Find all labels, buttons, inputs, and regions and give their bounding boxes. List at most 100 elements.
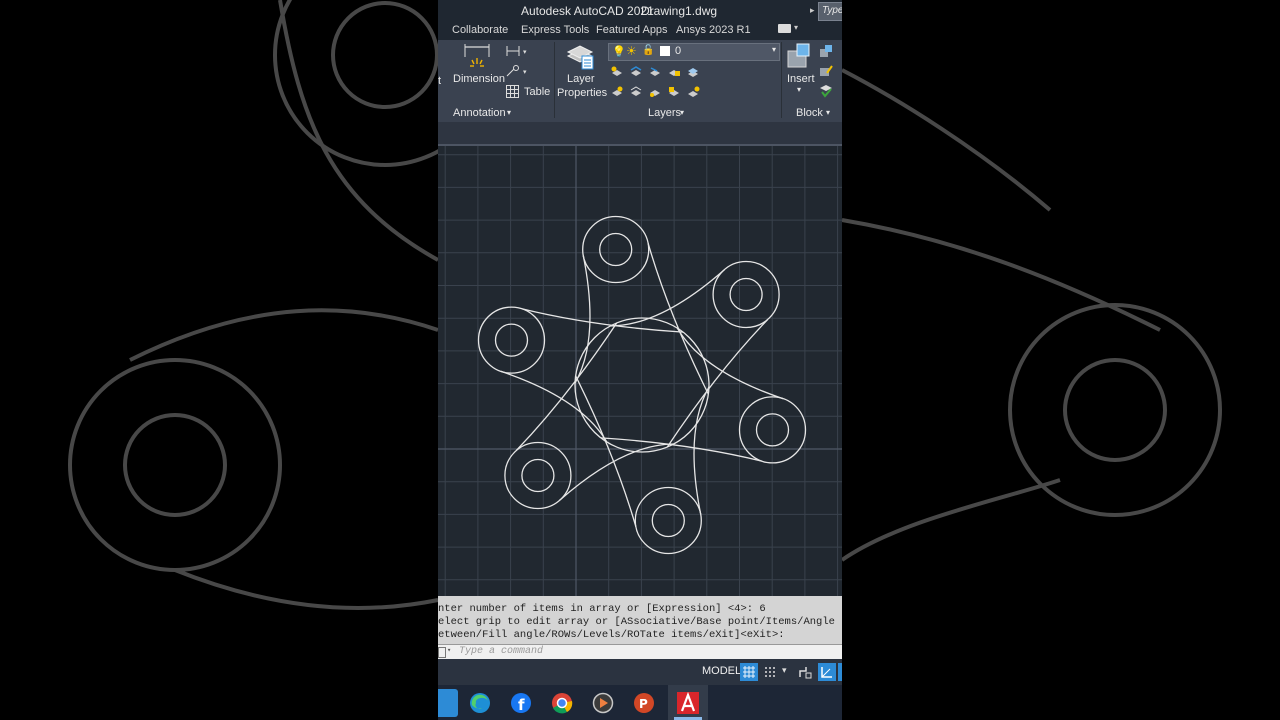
svg-text:f: f	[518, 696, 525, 714]
ribbon-bottom-strip	[438, 122, 842, 146]
windows-taskbar: f P	[438, 685, 842, 720]
command-line-1: nter number of items in array or [Expres…	[438, 603, 766, 615]
create-block-icon[interactable]	[819, 44, 833, 58]
annotation-expand-icon[interactable]: ▾	[507, 108, 511, 117]
autocad-window: Autodesk AutoCAD 2021 Drawing1.dwg ▸ Typ…	[438, 0, 842, 720]
layer-thaw-icon[interactable]	[648, 85, 662, 99]
table-icon[interactable]	[506, 85, 519, 98]
layers-panel-title[interactable]: Layers	[648, 107, 681, 119]
annotation-panel-title[interactable]: Annotation	[453, 107, 506, 119]
command-input[interactable]: Type a command	[459, 646, 543, 657]
block-panel-title[interactable]: Block	[796, 107, 823, 119]
insert-label[interactable]: Insert	[787, 73, 815, 85]
arm-edge[interactable]	[559, 443, 674, 501]
layer-isolate-icon[interactable]	[629, 65, 643, 79]
arm-edge[interactable]	[575, 375, 637, 527]
tab-collaborate[interactable]: Collaborate	[452, 24, 508, 36]
ortho-icon[interactable]	[798, 665, 812, 679]
autocad-icon[interactable]	[674, 689, 702, 717]
layer-lock-icon[interactable]	[667, 65, 681, 79]
arm-outer-circle[interactable]	[634, 486, 702, 555]
light-bulb-icon: 💡	[612, 46, 626, 58]
arm-inner-circle[interactable]	[521, 458, 555, 493]
polar-tracking-toggle[interactable]	[818, 663, 836, 681]
facebook-icon[interactable]: f	[507, 689, 535, 717]
arm-inner-circle[interactable]	[651, 503, 685, 538]
layer-walk-icon[interactable]	[686, 85, 700, 99]
layer-color-swatch	[660, 46, 670, 56]
edit-block-icon[interactable]	[819, 64, 833, 78]
chevron-down-icon: ▾	[771, 45, 776, 54]
file-explorer-icon[interactable]	[438, 689, 458, 717]
insert-block-icon[interactable]	[785, 42, 815, 72]
panel-divider	[554, 42, 555, 118]
model-space-button[interactable]: MODEL	[702, 665, 741, 677]
svg-text:▾: ▾	[523, 48, 527, 56]
layers-expand-icon[interactable]: ▾	[680, 108, 684, 117]
chevron-down-icon[interactable]: ▾	[797, 85, 801, 94]
layer-freeze-icon[interactable]	[648, 65, 662, 79]
isometric-toggle[interactable]	[838, 663, 842, 681]
title-bar: Autodesk AutoCAD 2021 Drawing1.dwg ▸ Typ…	[438, 0, 842, 21]
layer-stack-icon[interactable]	[686, 65, 700, 79]
status-bar: MODEL ▾	[438, 661, 842, 685]
block-expand-icon[interactable]: ▾	[826, 108, 830, 117]
tab-featured-apps[interactable]: Featured Apps	[596, 24, 668, 36]
layer-properties-icon[interactable]	[565, 42, 595, 72]
layer-properties-label-2[interactable]: Properties	[557, 87, 607, 99]
linear-dim-icon[interactable]: ▾	[505, 44, 529, 58]
tab-express-tools[interactable]: Express Tools	[521, 24, 589, 36]
arm-inner-circle[interactable]	[729, 277, 763, 312]
spinner-polar-array-drawing[interactable]	[477, 215, 807, 555]
arm-outer-circle[interactable]	[582, 215, 650, 284]
command-history: nter number of items in array or [Expres…	[438, 596, 842, 644]
layer-match-icon[interactable]	[629, 85, 643, 99]
media-player-icon[interactable]	[589, 689, 617, 717]
command-line-2: elect grip to edit array or [ASsociative…	[438, 616, 835, 628]
ribbon-panel: t Dimension ▾ ▾ Table Annotation ▾ Layer…	[438, 40, 842, 122]
arm-inner-circle[interactable]	[599, 232, 633, 267]
layer-on-icon[interactable]	[610, 85, 624, 99]
svg-text:▾: ▾	[523, 68, 527, 76]
dimension-label[interactable]: Dimension	[453, 73, 505, 85]
search-box[interactable]: Type	[818, 2, 842, 21]
panel-divider	[781, 42, 782, 118]
grid-toggle[interactable]	[740, 663, 758, 681]
app-title: Autodesk AutoCAD 2021	[521, 4, 654, 18]
workspace-toggle-icon[interactable]	[778, 24, 791, 33]
powerpoint-icon[interactable]: P	[630, 689, 658, 717]
edge-icon[interactable]	[466, 689, 494, 717]
chevron-down-icon[interactable]: ▾	[447, 646, 451, 655]
expand-right-icon[interactable]: ▸	[810, 5, 815, 16]
layer-unlock-icon[interactable]	[667, 85, 681, 99]
current-layer-name: 0	[675, 45, 682, 57]
leader-icon[interactable]: ▾	[505, 64, 529, 78]
hub-circle[interactable]	[574, 317, 710, 453]
table-label[interactable]: Table	[524, 86, 550, 98]
command-input-bar: ▾ Type a command	[438, 644, 842, 660]
layer-properties-label-1[interactable]: Layer	[567, 73, 595, 85]
file-title: Drawing1.dwg	[641, 4, 718, 18]
layer-off-icon[interactable]	[610, 65, 624, 79]
chrome-icon[interactable]	[548, 689, 576, 717]
cut-off-label: t	[438, 75, 442, 87]
sun-icon: ☀	[626, 44, 637, 58]
layer-dropdown[interactable]: 💡 ☀ 🔓 0 ▾	[608, 43, 780, 61]
polar-icon	[821, 667, 832, 678]
block-attribute-icon[interactable]	[819, 84, 833, 98]
arm-edge[interactable]	[610, 269, 725, 327]
tab-ansys[interactable]: Ansys 2023 R1	[676, 24, 751, 36]
arm-edge[interactable]	[647, 243, 709, 395]
command-line-3: etween/Fill angle/ROWs/Levels/ROTate ite…	[438, 629, 785, 641]
svg-text:P: P	[639, 697, 648, 711]
drawing-canvas[interactable]	[438, 146, 842, 596]
chevron-down-icon[interactable]: ▾	[782, 665, 787, 676]
lock-icon: 🔓	[642, 45, 655, 56]
grid-icon	[743, 666, 755, 678]
command-icon[interactable]	[438, 647, 446, 658]
snap-icon[interactable]	[764, 666, 776, 678]
ribbon-tabs: Collaborate Express Tools Featured Apps …	[438, 21, 842, 40]
chevron-down-icon[interactable]: ▾	[794, 23, 798, 32]
arm-outer-circle[interactable]	[477, 306, 546, 374]
dimension-icon[interactable]	[462, 43, 492, 73]
